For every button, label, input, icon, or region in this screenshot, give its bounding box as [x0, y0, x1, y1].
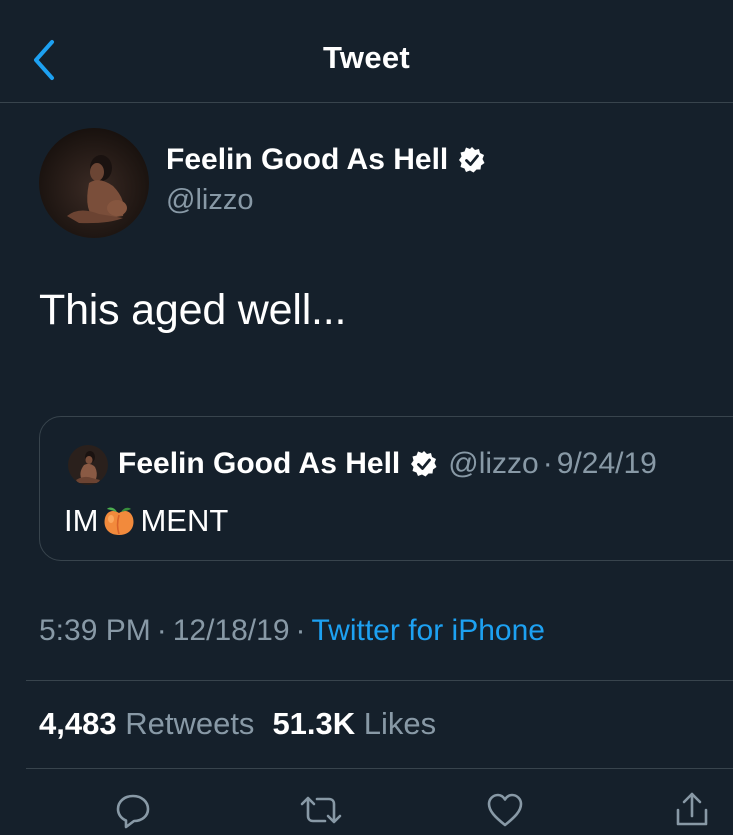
author-avatar[interactable] [39, 128, 149, 238]
tweet-time: 5:39 PM [39, 614, 151, 647]
likes-stat[interactable]: 51.3K Likes [272, 706, 436, 741]
like-button[interactable] [485, 790, 525, 830]
share-button[interactable] [672, 790, 712, 830]
verified-icon [411, 451, 437, 477]
verified-icon [459, 147, 485, 173]
heart-icon [487, 793, 523, 827]
page-title: Tweet [322, 40, 411, 75]
quoted-tweet-text: IM MENT [64, 502, 228, 540]
meta-separator: · [156, 614, 167, 647]
retweet-button[interactable] [299, 790, 342, 830]
retweet-icon [300, 796, 342, 824]
quoted-verified-badge [410, 450, 438, 478]
share-icon [676, 792, 708, 826]
top-nav-bar: Tweet [0, 0, 733, 103]
tweet-meta: 5:39 PM · 12/18/19 · Twitter for iPhone [39, 614, 545, 648]
author-display-name[interactable]: Feelin Good As Hell [166, 143, 486, 177]
reply-icon [116, 794, 150, 829]
quoted-author-avatar [68, 445, 108, 485]
likes-label: Likes [363, 706, 437, 741]
tweet-date: 12/18/19 [172, 614, 290, 647]
quoted-author-handle: @lizzo [448, 447, 539, 480]
quoted-separator-dot: · [542, 447, 553, 480]
peach-emoji-icon [100, 502, 138, 540]
retweets-stat[interactable]: 4,483 Retweets [39, 706, 254, 741]
likes-count: 51.3K [272, 706, 356, 741]
quoted-tweet-card[interactable]: Feelin Good As Hell @lizzo · 9/24/19 IM … [39, 416, 733, 561]
quoted-text-before: IM [64, 503, 99, 538]
divider [26, 768, 733, 769]
quoted-tweet-date: 9/24/19 [556, 447, 657, 480]
author-handle[interactable]: @lizzo [166, 184, 253, 217]
quoted-author-name: Feelin Good As Hell [118, 447, 401, 480]
retweets-count: 4,483 [39, 706, 117, 741]
tweet-stats: 4,483 Retweets 51.3K Likes [39, 706, 454, 742]
meta-separator: · [295, 614, 306, 647]
quoted-text-after: MENT [140, 503, 229, 538]
quoted-tweet-header: Feelin Good As Hell @lizzo · 9/24/19 [118, 447, 657, 481]
retweets-label: Retweets [125, 706, 255, 741]
tweet-source-link[interactable]: Twitter for iPhone [312, 614, 545, 647]
divider [26, 680, 733, 681]
tweet-text: This aged well... [39, 286, 347, 334]
author-name-text: Feelin Good As Hell [166, 143, 449, 176]
reply-button[interactable] [113, 790, 153, 830]
